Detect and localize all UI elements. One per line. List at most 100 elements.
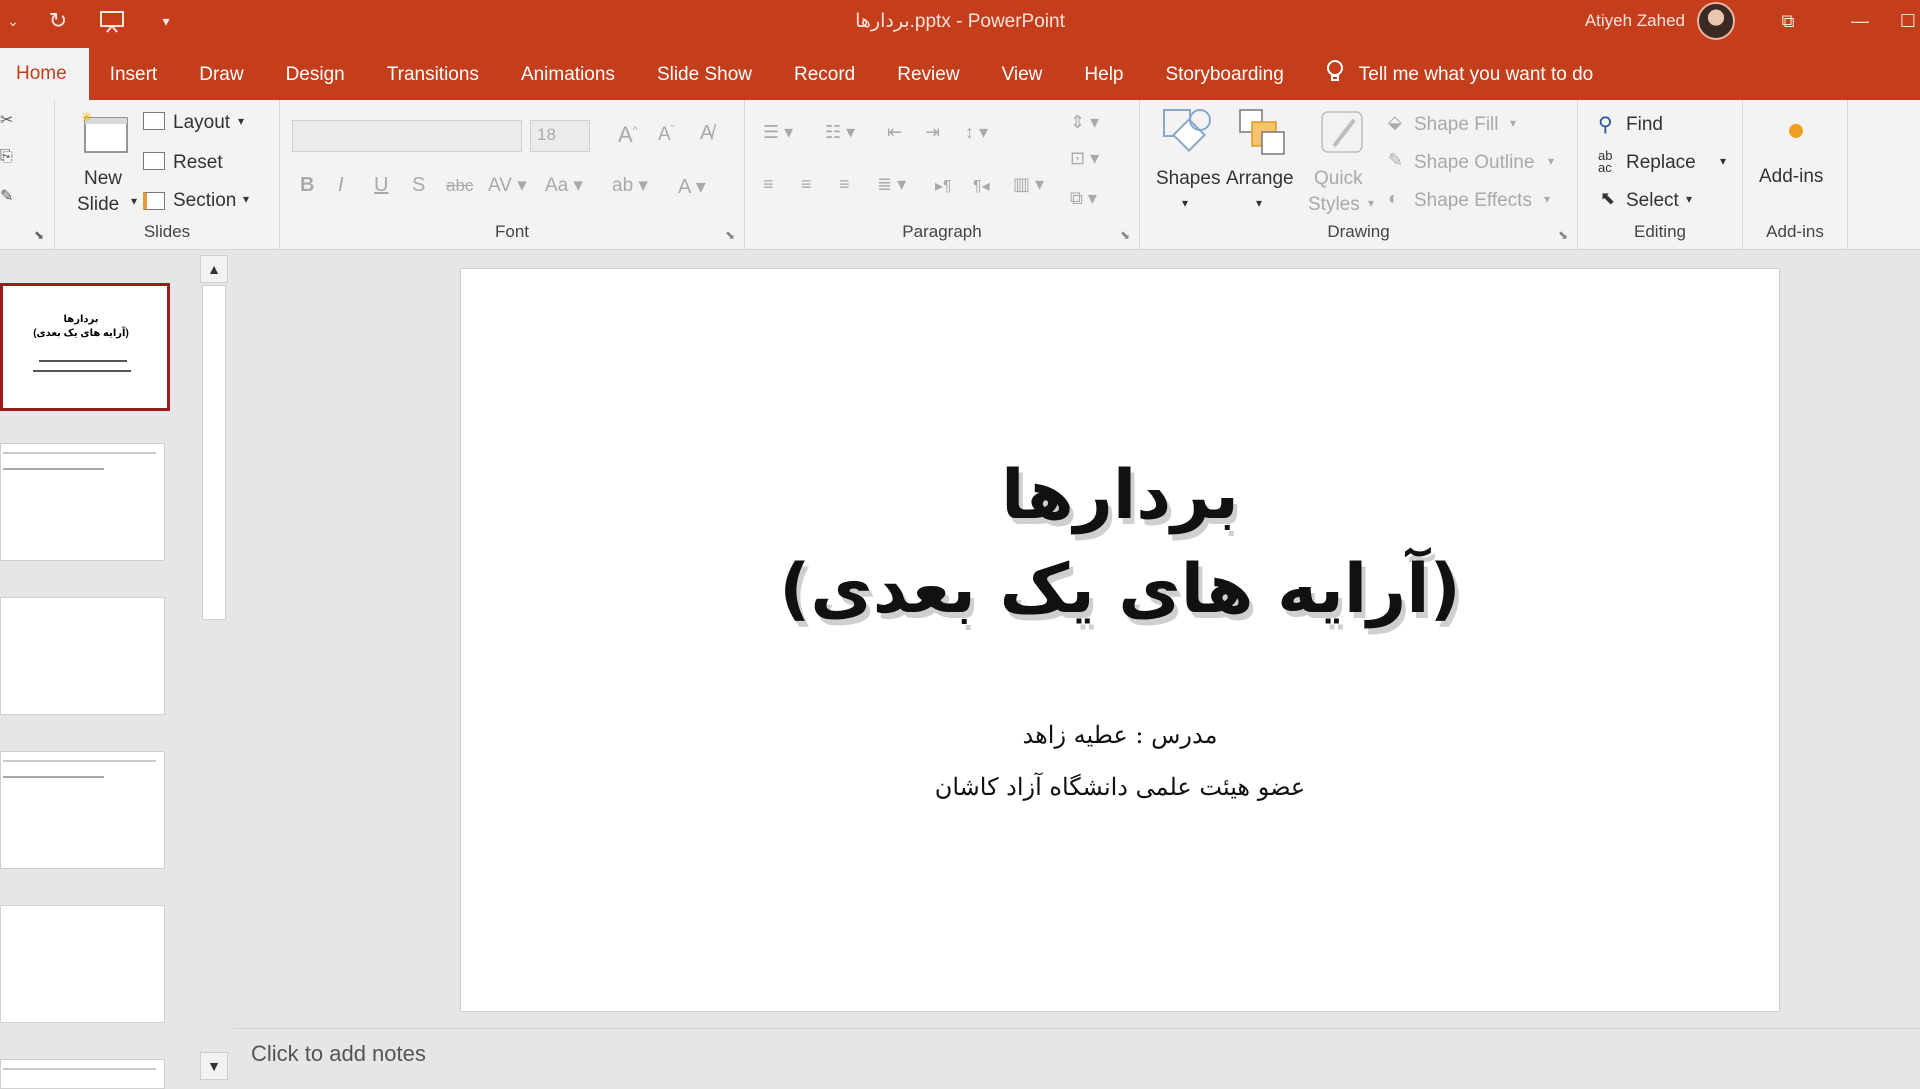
- replace-icon: ab ac: [1598, 148, 1613, 175]
- slide-canvas[interactable]: بردارها (آرایه های یک بعدی) مدرس : عطیه …: [460, 268, 1780, 1012]
- justify-icon[interactable]: ≣ ▾: [877, 174, 906, 195]
- slide-subtitle[interactable]: مدرس : عطیه زاهد عضو هیئت علمی دانشگاه آ…: [461, 709, 1779, 813]
- paint-bucket-icon: ⬙: [1388, 112, 1402, 132]
- change-case-icon[interactable]: Aa ▾: [545, 174, 583, 197]
- ribbon-display-options-icon[interactable]: ⧉: [1768, 0, 1808, 42]
- decrease-indent-icon[interactable]: ⇤: [887, 122, 902, 143]
- slide-thumbnail-2[interactable]: [0, 443, 165, 561]
- user-account[interactable]: Atiyeh Zahed: [1585, 0, 1735, 42]
- tab-help[interactable]: Help: [1063, 50, 1144, 100]
- shadow-icon[interactable]: S: [412, 174, 425, 197]
- ribbon: ✂ ⎘ ✎ ⬊ ✳ New Slide ▾ Layout ▾ Reset Sec: [0, 100, 1920, 250]
- tab-design[interactable]: Design: [265, 50, 366, 100]
- tab-transitions[interactable]: Transitions: [366, 50, 500, 100]
- slide-thumbnail-3[interactable]: [0, 597, 165, 715]
- underline-icon[interactable]: U: [374, 174, 388, 197]
- thumbnail-text: [33, 370, 131, 372]
- reset-button[interactable]: Reset: [143, 150, 263, 180]
- scroll-thumb[interactable]: [202, 285, 226, 620]
- shapes-label: Shapes: [1156, 168, 1221, 189]
- align-right-icon[interactable]: ≡: [839, 174, 850, 195]
- font-size-combo[interactable]: 18: [530, 120, 590, 152]
- scroll-up-icon[interactable]: ▲: [200, 255, 228, 283]
- tab-record[interactable]: Record: [773, 50, 876, 100]
- arrange-button[interactable]: Arrange ▾: [1226, 106, 1302, 226]
- slide-subtitle-line-1: مدرس : عطیه زاهد: [1022, 721, 1218, 749]
- smartart-icon[interactable]: ⧉ ▾: [1070, 188, 1097, 209]
- maximize-icon[interactable]: ☐: [1888, 0, 1920, 42]
- tab-home[interactable]: Home: [0, 48, 89, 100]
- drawing-group: Shapes ▾ Arrange ▾ Quick Styles ▾ ⬙ Shap…: [1140, 100, 1578, 250]
- copy-icon[interactable]: ⎘: [0, 148, 13, 166]
- text-direction-icon[interactable]: ⇕ ▾: [1070, 112, 1099, 133]
- tab-review[interactable]: Review: [876, 50, 980, 100]
- section-button[interactable]: Section ▾: [143, 188, 263, 218]
- scroll-down-icon[interactable]: ▼: [200, 1052, 228, 1080]
- notes-pane[interactable]: Click to add notes: [233, 1028, 1920, 1080]
- select-button[interactable]: ⬉ Select ▾: [1598, 188, 1728, 218]
- cut-icon[interactable]: ✂: [0, 110, 13, 130]
- align-text-icon[interactable]: ⊡ ▾: [1070, 148, 1099, 169]
- quick-styles-button[interactable]: Quick Styles ▾: [1306, 106, 1382, 226]
- shape-fill-button[interactable]: ⬙ Shape Fill ▾: [1388, 112, 1568, 142]
- tab-view[interactable]: View: [981, 50, 1064, 100]
- shape-fill-label: Shape Fill: [1414, 114, 1499, 135]
- tab-storyboarding[interactable]: Storyboarding: [1144, 50, 1304, 100]
- thumbnail-title: بردارها: [63, 314, 99, 325]
- addins-button[interactable]: Add-ins: [1753, 120, 1843, 200]
- rtl-icon[interactable]: ¶◂: [973, 176, 990, 196]
- increase-indent-icon[interactable]: ⇥: [925, 122, 940, 143]
- thumbnail-text: [39, 360, 127, 362]
- numbering-icon[interactable]: ☷ ▾: [825, 122, 855, 143]
- slide-title[interactable]: بردارها (آرایه های یک بعدی): [461, 449, 1779, 637]
- character-spacing-icon[interactable]: AV ▾: [488, 174, 527, 197]
- shape-outline-label: Shape Outline: [1414, 152, 1535, 173]
- shape-outline-button[interactable]: ✎ Shape Outline ▾: [1388, 150, 1568, 180]
- columns-icon[interactable]: ▥ ▾: [1013, 174, 1044, 195]
- font-name-combo[interactable]: [292, 120, 522, 152]
- font-color-icon[interactable]: A ▾: [678, 174, 706, 199]
- clear-formatting-icon[interactable]: A̸: [700, 122, 713, 145]
- slide-thumbnail-5[interactable]: [0, 905, 165, 1023]
- align-center-icon[interactable]: ≡: [801, 174, 812, 195]
- layout-button[interactable]: Layout ▾: [143, 110, 263, 140]
- find-label: Find: [1626, 114, 1663, 135]
- chevron-down-icon: ▾: [1368, 196, 1375, 210]
- line-spacing-icon[interactable]: ↕ ▾: [965, 122, 988, 143]
- addins-icon: [1789, 124, 1803, 138]
- shape-effects-button[interactable]: ◐ Shape Effects ▾: [1388, 188, 1568, 218]
- tab-insert[interactable]: Insert: [89, 50, 179, 100]
- quick-styles-icon: [1321, 111, 1363, 153]
- slide-thumbnail-1[interactable]: بردارها (آرایه های یک بعدی): [0, 283, 170, 411]
- strikethrough-icon[interactable]: abc: [446, 176, 473, 196]
- dialog-launcher-icon[interactable]: ⬊: [34, 228, 44, 242]
- increase-font-icon[interactable]: A^: [618, 122, 637, 148]
- title-bar: ⌄ ↻ ▾ بردارها.pptx - PowerPoint Atiyeh Z…: [0, 0, 1920, 42]
- avatar[interactable]: [1697, 2, 1735, 40]
- tab-animations[interactable]: Animations: [500, 50, 636, 100]
- slide-thumbnail-4[interactable]: [0, 751, 165, 869]
- chevron-down-icon: ▾: [1256, 196, 1263, 210]
- lightbulb-icon: [1325, 59, 1345, 91]
- editing-group-label: Editing: [1634, 222, 1686, 241]
- slide-thumbnail-6[interactable]: [0, 1059, 165, 1089]
- find-button[interactable]: ⚲ Find: [1598, 112, 1728, 142]
- align-left-icon[interactable]: ≡: [763, 174, 774, 195]
- italic-icon[interactable]: I: [338, 174, 344, 197]
- tab-draw[interactable]: Draw: [178, 50, 264, 100]
- bullets-icon[interactable]: ☰ ▾: [763, 122, 793, 143]
- format-painter-icon[interactable]: ✎: [0, 186, 13, 206]
- shapes-button[interactable]: Shapes ▾: [1154, 106, 1224, 226]
- bold-icon[interactable]: B: [300, 174, 314, 197]
- section-icon: [143, 192, 165, 210]
- tell-me-search[interactable]: Tell me what you want to do: [1305, 50, 1593, 100]
- replace-button[interactable]: ab ac Replace ▾: [1598, 148, 1738, 180]
- decrease-font-icon[interactable]: Aˇ: [658, 124, 674, 146]
- highlight-icon[interactable]: ab ▾: [612, 174, 648, 197]
- slides-group-label: Slides: [143, 222, 191, 241]
- new-slide-button[interactable]: ✳ New Slide ▾: [73, 108, 143, 228]
- tab-slide-show[interactable]: Slide Show: [636, 50, 773, 100]
- thumbnail-scrollbar[interactable]: ▲ ▼: [200, 255, 228, 1080]
- ltr-icon[interactable]: ▸¶: [935, 176, 952, 196]
- minimize-icon[interactable]: —: [1840, 0, 1880, 42]
